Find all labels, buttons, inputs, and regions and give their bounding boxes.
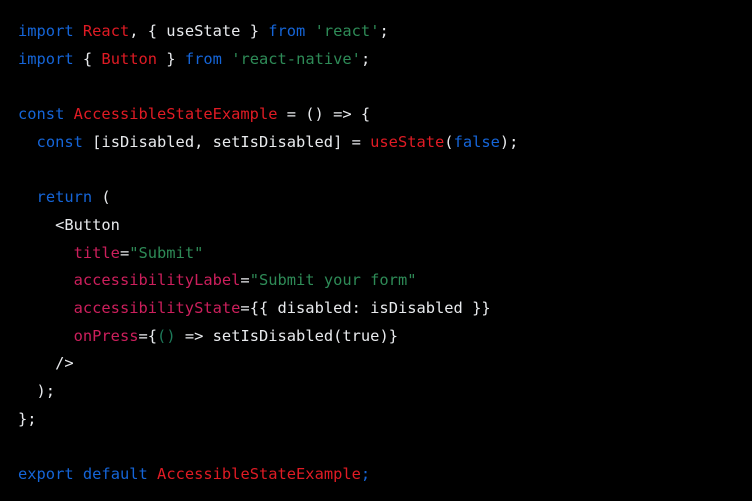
code-token-keyword: export [18,465,74,483]
code-token-plain: <Button [18,215,120,234]
code-token-keyword: from [268,22,306,40]
code-token-keyword: const [36,132,83,151]
code-token-component: useState [370,132,445,151]
code-line: /> [18,350,752,378]
code-token-plain: = [138,326,148,345]
code-token-attribute: accessibilityLabel [73,271,241,290]
code-token-attribute: onPress [73,326,139,345]
code-token-keyword: import [18,49,74,68]
code-line: accessibilityState={{ disabled: isDisabl… [18,295,752,323]
code-token-string: "Submit" [129,243,204,262]
code-line: const AccessibleStateExample = () => { [18,101,752,129]
code-block[interactable]: import React, { useState } from 'react';… [0,0,752,501]
code-token-component: AccessibleStateExample [157,465,361,483]
code-line: ); [18,378,752,406]
code-line: export default AccessibleStateExample; [18,461,752,489]
code-token-keyword: return [36,188,93,207]
code-line: onPress={() => setIsDisabled(true)} [18,323,752,351]
code-token-plain: { [73,49,102,68]
code-token-keyword: ; [360,465,371,483]
code-token-arrow_paren: () [157,326,176,345]
code-token-plain: ; [379,22,389,40]
code-token-plain: = [240,298,250,317]
code-token-plain: = () => { [277,105,371,124]
code-token-plain: ); [18,381,56,400]
code-token-component: Button [101,49,158,68]
code-line: return ( [18,184,752,212]
code-token-plain: = [240,271,250,290]
code-line: title="Submit" [18,240,752,268]
code-token-plain: ; [360,49,371,68]
code-token-plain: }} [472,298,491,317]
code-token-string: 'react-native' [231,49,361,68]
code-token-plain: ); [499,132,519,151]
code-token-string: "Submit your form" [249,271,417,290]
code-line: <Button [18,212,752,240]
code-token-string: 'react' [314,22,380,40]
code-token-plain: = [119,243,130,262]
code-line: }; [18,406,752,434]
code-token-keyword: import [18,22,74,40]
code-line: import React, { useState } from 'react'; [18,18,752,46]
code-token-component: AccessibleStateExample [73,105,278,124]
code-token-plain: , { useState } [129,22,269,40]
code-line: accessibilityLabel="Submit your form" [18,267,752,295]
code-token-plain: }; [18,409,37,428]
code-token-plain: {{ [249,298,269,317]
code-token-plain: => setIsDisabled(true)} [175,326,398,345]
code-token-keyword: const [18,105,65,124]
code-token-component: React [82,22,130,40]
code-line: import { Button } from 'react-native'; [18,46,752,74]
code-token-plain: } [157,49,185,68]
code-token-plain: ( [92,188,111,207]
code-token-plain: disabled: isDisabled [268,298,473,317]
code-token-plain: { [147,326,158,345]
code-token-plain: ( [444,132,454,151]
code-token-keyword: from [184,49,222,68]
code-token-attribute: title [73,243,120,262]
code-token-attribute: accessibilityState [73,298,241,317]
code-token-keyword: default [82,465,148,483]
code-token-plain: [isDisabled, setIsDisabled] = [82,132,371,151]
code-token-boolean: false [453,132,500,151]
code-line: const [isDisabled, setIsDisabled] = useS… [18,129,752,157]
code-token-plain: /> [18,354,74,373]
